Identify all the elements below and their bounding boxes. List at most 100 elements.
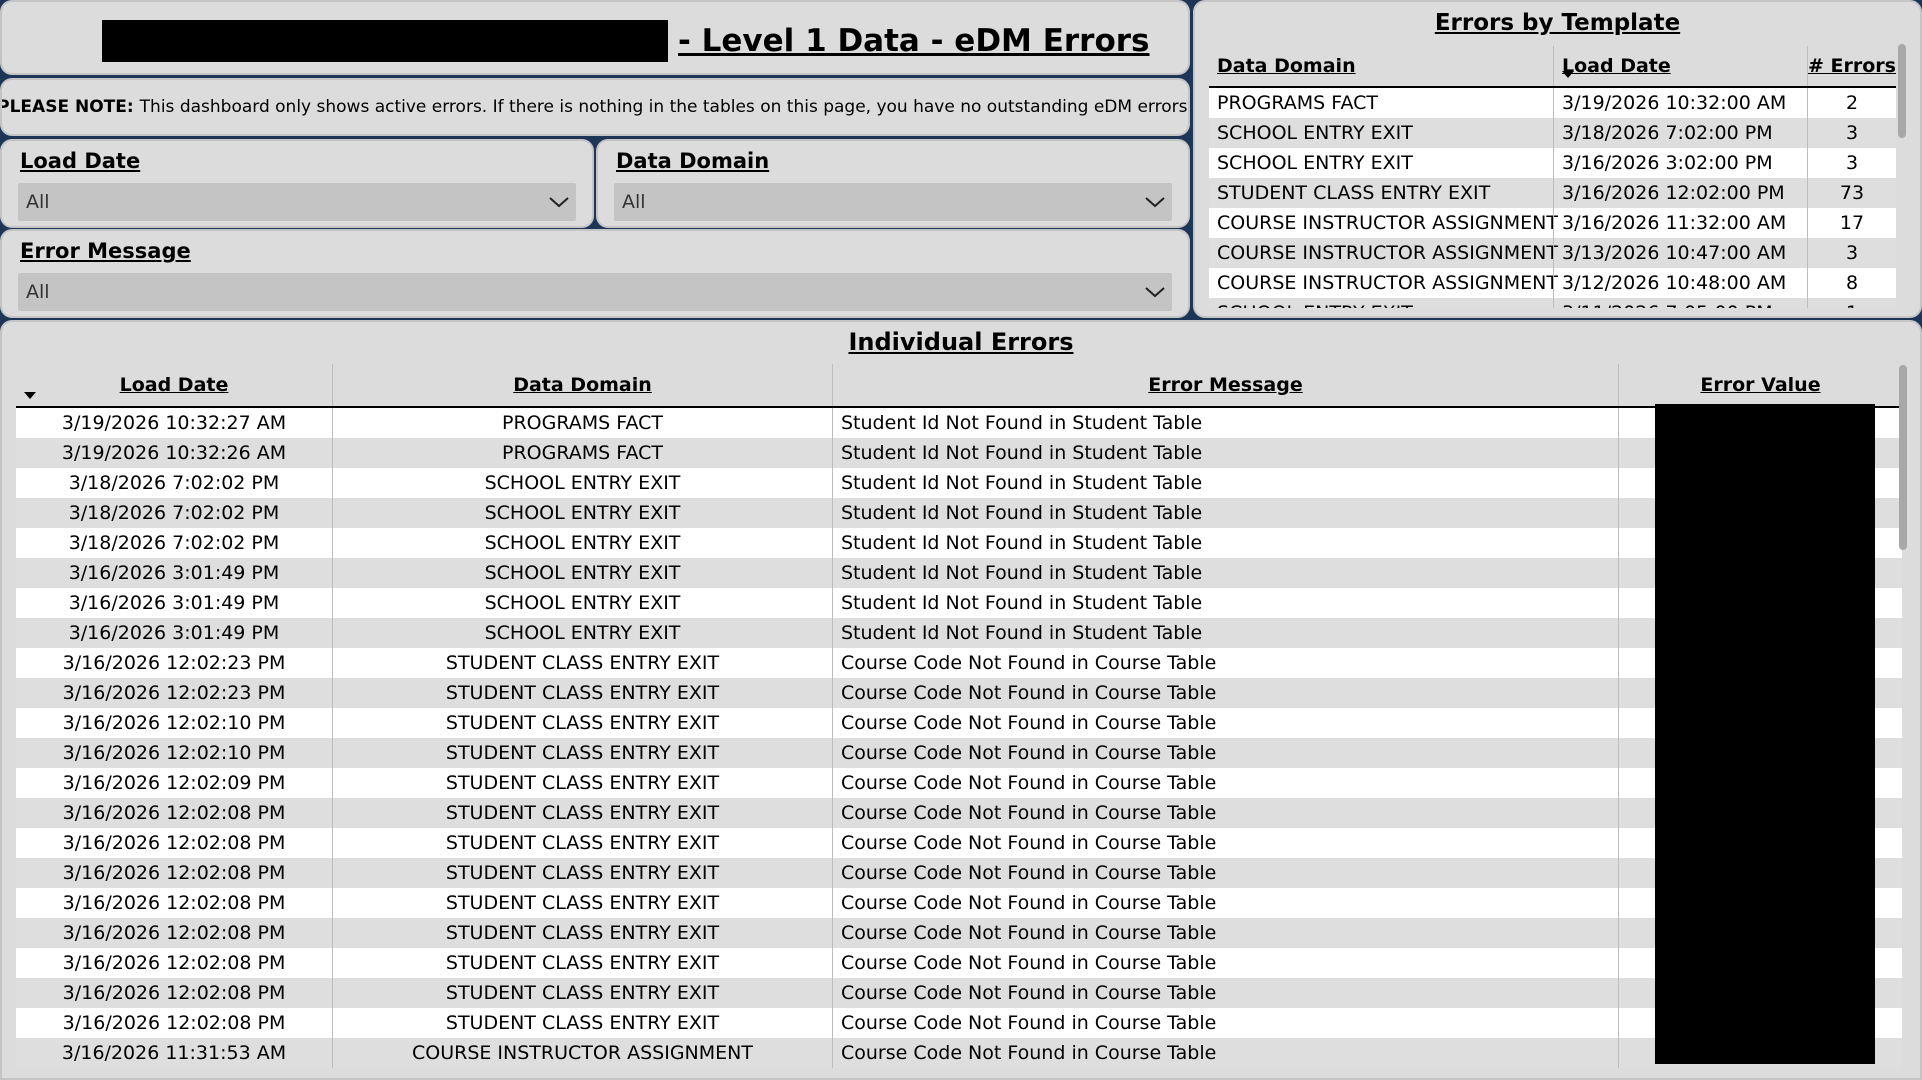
- cell-load-date: 3/16/2026 3:01:49 PM: [68, 622, 280, 644]
- cell-error-message: Course Code Not Found in Course Table: [832, 678, 1618, 708]
- cell-data-domain: STUDENT CLASS ENTRY EXIT: [332, 1008, 832, 1038]
- cell-data-domain: PROGRAMS FACT: [332, 438, 832, 468]
- cell-load-date: 3/16/2026 12:02:08 PM: [62, 952, 286, 974]
- cell-load-date: 3/16/2026 12:02:08 PM: [62, 802, 286, 824]
- load-date-dropdown-value: All: [26, 191, 50, 213]
- cell-load-date: 3/18/2026 7:02:02 PM: [68, 502, 280, 524]
- cell-data-domain: STUDENT CLASS ENTRY EXIT: [332, 708, 832, 738]
- cell-data-domain: STUDENT CLASS ENTRY EXIT: [332, 648, 832, 678]
- table-row[interactable]: 3/16/2026 12:02:09 PM STUDENT CLASS ENTRY…: [16, 768, 1902, 798]
- cell-error-message: Course Code Not Found in Course Table: [832, 1038, 1618, 1068]
- table-row[interactable]: 3/16/2026 3:01:49 PM SCHOOL ENTRY EXIT Stu…: [16, 588, 1902, 618]
- cell-data-domain: STUDENT CLASS ENTRY EXIT: [332, 738, 832, 768]
- table-row[interactable]: COURSE INSTRUCTOR ASSIGNMENT 3/16/2026 11…: [1209, 208, 1896, 238]
- data-domain-dropdown[interactable]: All: [614, 183, 1172, 221]
- cell-load-date: 3/16/2026 12:02:08 PM: [62, 982, 286, 1004]
- cell-load-date: 3/19/2026 10:32:00 AM: [1553, 88, 1807, 118]
- errors-by-template-scrollbar[interactable]: [1898, 44, 1906, 138]
- cell-data-domain: STUDENT CLASS ENTRY EXIT: [332, 978, 832, 1008]
- cell-data-domain: SCHOOL ENTRY EXIT: [332, 498, 832, 528]
- individual-errors-rows: 3/19/2026 10:32:27 AM PROGRAMS FACT Studen…: [16, 408, 1902, 1068]
- cell-num-errors: 73: [1807, 178, 1896, 208]
- cell-load-date: 3/16/2026 12:02:08 PM: [62, 892, 286, 914]
- sort-desc-icon[interactable]: [24, 392, 36, 399]
- table-row[interactable]: 3/16/2026 12:02:08 PM STUDENT CLASS ENTRY…: [16, 978, 1902, 1008]
- individual-errors-header: Load Date Data Domain Error Message Erro…: [16, 364, 1902, 408]
- sort-desc-icon[interactable]: [1562, 71, 1574, 78]
- errors-by-template-panel: Errors by Template Data Domain Load Date…: [1193, 0, 1922, 318]
- table-row[interactable]: SCHOOL ENTRY EXIT 3/18/2026 7:02:00 PM 3: [1209, 118, 1896, 148]
- table-row[interactable]: 3/16/2026 12:02:08 PM STUDENT CLASS ENTRY…: [16, 888, 1902, 918]
- cell-load-date: 3/16/2026 12:02:09 PM: [62, 772, 286, 794]
- table-row[interactable]: 3/16/2026 12:02:23 PM STUDENT CLASS ENTRY…: [16, 648, 1902, 678]
- data-domain-filter-label: Data Domain: [616, 149, 770, 173]
- table-row[interactable]: 3/16/2026 12:02:08 PM STUDENT CLASS ENTRY…: [16, 858, 1902, 888]
- individual-errors-scrollbar[interactable]: [1899, 365, 1907, 550]
- table-row[interactable]: COURSE INSTRUCTOR ASSIGNMENT 3/12/2026 10…: [1209, 268, 1896, 298]
- table-row[interactable]: 3/16/2026 11:31:53 AM COURSE INSTRUCTOR A…: [16, 1038, 1902, 1068]
- error-message-dropdown[interactable]: All: [18, 273, 1172, 311]
- table-row[interactable]: 3/16/2026 12:02:08 PM STUDENT CLASS ENTRY…: [16, 1008, 1902, 1038]
- cell-error-message: Course Code Not Found in Course Table: [832, 798, 1618, 828]
- cell-error-message: Course Code Not Found in Course Table: [832, 978, 1618, 1008]
- column-header-data-domain[interactable]: Data Domain: [1209, 46, 1553, 86]
- cell-load-date: 3/19/2026 10:32:27 AM: [61, 412, 287, 434]
- table-row[interactable]: STUDENT CLASS ENTRY EXIT 3/16/2026 12:02:…: [1209, 178, 1896, 208]
- cell-load-date: 3/18/2026 7:02:02 PM: [68, 532, 280, 554]
- note-panel: PLEASE NOTE: This dashboard only shows a…: [0, 78, 1190, 136]
- cell-data-domain: STUDENT CLASS ENTRY EXIT: [332, 888, 832, 918]
- cell-error-message: Student Id Not Found in Student Table: [832, 408, 1618, 438]
- load-date-dropdown[interactable]: All: [18, 183, 576, 221]
- table-row[interactable]: 3/16/2026 3:01:49 PM SCHOOL ENTRY EXIT Stu…: [16, 558, 1902, 588]
- table-row[interactable]: 3/16/2026 12:02:08 PM STUDENT CLASS ENTRY…: [16, 948, 1902, 978]
- cell-data-domain: SCHOOL ENTRY EXIT: [332, 618, 832, 648]
- cell-num-errors: 3: [1807, 118, 1896, 148]
- table-row[interactable]: 3/16/2026 3:01:49 PM SCHOOL ENTRY EXIT Stu…: [16, 618, 1902, 648]
- errors-by-template-rows: PROGRAMS FACT 3/19/2026 10:32:00 AM 2 SCHOO…: [1209, 88, 1896, 308]
- cell-data-domain: COURSE INSTRUCTOR ASSIGNMENT: [1217, 212, 1558, 234]
- cell-load-date: 3/12/2026 10:48:00 AM: [1553, 268, 1807, 298]
- cell-data-domain: COURSE INSTRUCTOR ASSIGNMENT: [332, 1038, 832, 1068]
- cell-error-message: Course Code Not Found in Course Table: [832, 768, 1618, 798]
- table-row[interactable]: 3/18/2026 7:02:02 PM SCHOOL ENTRY EXIT Stu…: [16, 498, 1902, 528]
- cell-data-domain: SCHOOL ENTRY EXIT: [332, 588, 832, 618]
- chevron-down-icon: [1145, 197, 1165, 208]
- cell-data-domain: SCHOOL ENTRY EXIT: [332, 468, 832, 498]
- error-message-dropdown-value: All: [26, 281, 50, 303]
- cell-error-message: Student Id Not Found in Student Table: [832, 498, 1618, 528]
- cell-load-date: 3/13/2026 10:47:00 AM: [1553, 238, 1807, 268]
- cell-data-domain: SCHOOL ENTRY EXIT: [1217, 122, 1413, 144]
- column-header-error-message[interactable]: Error Message: [832, 364, 1618, 406]
- cell-error-message: Course Code Not Found in Course Table: [832, 888, 1618, 918]
- table-row[interactable]: PROGRAMS FACT 3/19/2026 10:32:00 AM 2: [1209, 88, 1896, 118]
- cell-data-domain: STUDENT CLASS ENTRY EXIT: [332, 918, 832, 948]
- cell-error-message: Course Code Not Found in Course Table: [832, 708, 1618, 738]
- cell-load-date: 3/19/2026 10:32:26 AM: [61, 442, 287, 464]
- table-row[interactable]: 3/16/2026 12:02:08 PM STUDENT CLASS ENTRY…: [16, 918, 1902, 948]
- column-header-data-domain[interactable]: Data Domain: [332, 364, 832, 406]
- column-header-load-date[interactable]: Load Date: [1553, 46, 1807, 86]
- column-header-num-errors[interactable]: # Errors: [1807, 46, 1896, 86]
- table-row[interactable]: COURSE INSTRUCTOR ASSIGNMENT 3/13/2026 10…: [1209, 238, 1896, 268]
- cell-load-date: 3/11/2026 7:05:00 PM: [1553, 298, 1807, 308]
- column-header-load-date[interactable]: Load Date: [16, 364, 332, 406]
- table-row[interactable]: 3/16/2026 12:02:08 PM STUDENT CLASS ENTRY…: [16, 828, 1902, 858]
- table-row[interactable]: SCHOOL ENTRY EXIT 3/16/2026 3:02:00 PM 3: [1209, 148, 1896, 178]
- cell-error-message: Student Id Not Found in Student Table: [832, 438, 1618, 468]
- table-row[interactable]: 3/16/2026 12:02:08 PM STUDENT CLASS ENTRY…: [16, 798, 1902, 828]
- table-row[interactable]: 3/16/2026 12:02:23 PM STUDENT CLASS ENTRY…: [16, 678, 1902, 708]
- cell-load-date: 3/16/2026 12:02:00 PM: [1553, 178, 1807, 208]
- table-row[interactable]: SCHOOL ENTRY EXIT3/11/2026 7:05:00 PM1: [1209, 298, 1896, 308]
- table-row[interactable]: 3/18/2026 7:02:02 PM SCHOOL ENTRY EXIT Stu…: [16, 528, 1902, 558]
- table-row[interactable]: 3/16/2026 12:02:10 PM STUDENT CLASS ENTRY…: [16, 738, 1902, 768]
- cell-data-domain: STUDENT CLASS ENTRY EXIT: [332, 858, 832, 888]
- chevron-down-icon: [1145, 287, 1165, 298]
- table-row[interactable]: 3/16/2026 12:02:10 PM STUDENT CLASS ENTRY…: [16, 708, 1902, 738]
- table-row[interactable]: 3/19/2026 10:32:26 AM PROGRAMS FACT Studen…: [16, 438, 1902, 468]
- table-row[interactable]: 3/18/2026 7:02:02 PM SCHOOL ENTRY EXIT Stu…: [16, 468, 1902, 498]
- cell-num-errors: 3: [1807, 238, 1896, 268]
- column-header-error-value[interactable]: Error Value: [1618, 364, 1902, 406]
- cell-error-message: Course Code Not Found in Course Table: [832, 738, 1618, 768]
- table-row[interactable]: 3/19/2026 10:32:27 AM PROGRAMS FACT Studen…: [16, 408, 1902, 438]
- cell-data-domain: STUDENT CLASS ENTRY EXIT: [332, 828, 832, 858]
